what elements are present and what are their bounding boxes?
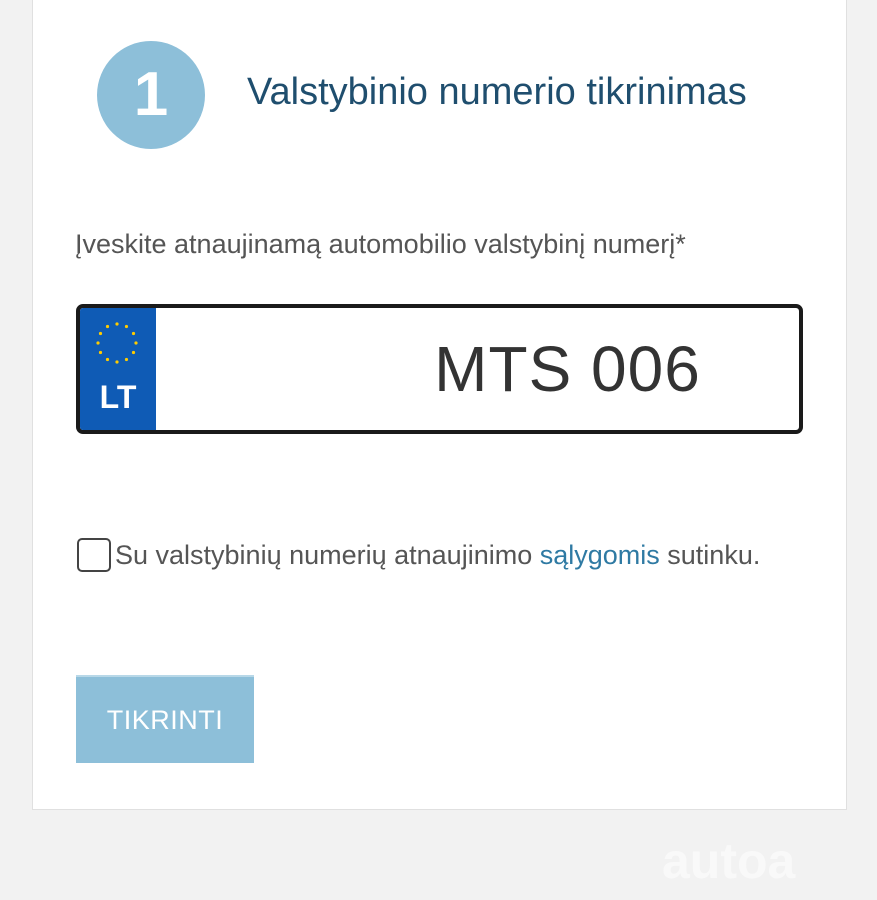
terms-text-before: Su valstybinių numerių atnaujinimo bbox=[115, 540, 540, 570]
step-title: Valstybinio numerio tikrinimas bbox=[247, 71, 747, 113]
eu-stars-icon bbox=[96, 322, 138, 364]
plate-country-code: LT bbox=[99, 379, 137, 415]
form-card: 1 Valstybinio numerio tikrinimas Įveskit… bbox=[32, 0, 847, 810]
license-plate-field[interactable]: LT bbox=[76, 304, 803, 434]
watermark-logo: autoa bbox=[662, 833, 796, 889]
checkbox-unchecked-icon[interactable] bbox=[77, 538, 111, 572]
check-button[interactable]: TIKRINTI bbox=[76, 675, 254, 763]
step-number-badge: 1 bbox=[97, 41, 205, 149]
plate-number-input[interactable] bbox=[156, 308, 799, 430]
plate-field-label: Įveskite atnaujinamą automobilio valstyb… bbox=[75, 229, 686, 259]
terms-link[interactable]: sąlygomis bbox=[540, 540, 660, 570]
plate-eu-band: LT bbox=[80, 308, 156, 430]
terms-agreement: Su valstybinių numerių atnaujinimo sąlyg… bbox=[77, 538, 777, 572]
terms-text-after: sutinku. bbox=[659, 540, 761, 570]
